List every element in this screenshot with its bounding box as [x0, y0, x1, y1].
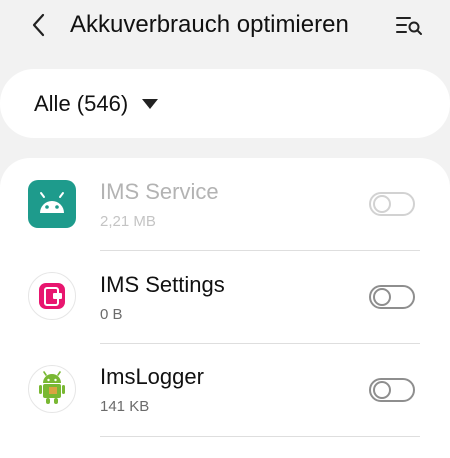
app-name: ImsLogger [100, 364, 204, 389]
toggle-knob [373, 195, 391, 213]
app-row-ims-settings[interactable]: IMS Settings 0 B [0, 251, 450, 344]
android-package-icon [28, 365, 76, 413]
toggle-knob [373, 288, 391, 306]
page-title: Akkuverbrauch optimieren [70, 11, 349, 38]
optimize-toggle[interactable] [369, 378, 415, 402]
app-name: IMS Settings [100, 272, 225, 297]
optimize-toggle[interactable] [369, 192, 415, 216]
ims-settings-icon [28, 272, 76, 320]
app-size: 141 KB [100, 398, 150, 415]
filter-search-icon [396, 17, 422, 35]
back-arrow-icon [32, 13, 45, 37]
app-name: IMS Service [100, 179, 219, 204]
app-row-ims-service[interactable]: IMS Service 2,21 MB [0, 158, 450, 251]
app-list: IMS Service 2,21 MB IMS Settings 0 B Ims… [0, 158, 450, 458]
toggle-knob [373, 381, 391, 399]
app-row-imslogger[interactable]: ImsLogger 141 KB [0, 344, 450, 437]
app-bar: Akkuverbrauch optimieren [0, 0, 450, 52]
filter-selected-value: Alle (546) [34, 90, 129, 116]
app-filter-dropdown[interactable]: Alle (546) [0, 69, 450, 138]
back-button[interactable] [24, 10, 54, 40]
app-size: 2,21 MB [100, 213, 156, 230]
dropdown-caret-icon [142, 98, 159, 109]
divider [100, 436, 420, 437]
android-icon [28, 180, 76, 228]
filter-search-button[interactable] [392, 10, 426, 40]
app-size: 0 B [100, 306, 123, 323]
optimize-toggle[interactable] [369, 285, 415, 309]
